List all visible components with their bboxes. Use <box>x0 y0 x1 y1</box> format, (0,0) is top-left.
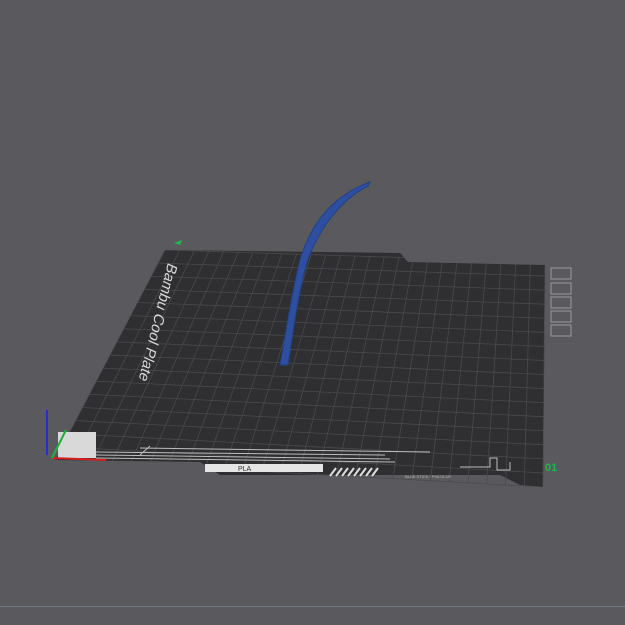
sticker-text: BLUE STICK / PVA GLUE <box>405 474 451 479</box>
material-label: PLA <box>238 466 252 473</box>
status-divider <box>0 606 625 607</box>
plate-side-icons <box>550 267 572 337</box>
material-strip <box>205 464 323 472</box>
plate-orientation-mark <box>174 240 182 245</box>
plate-number[interactable]: 01 <box>545 462 557 474</box>
3d-viewport[interactable]: Bambu Cool Plate PLA BLUE STICK / PVA GL… <box>0 0 625 625</box>
